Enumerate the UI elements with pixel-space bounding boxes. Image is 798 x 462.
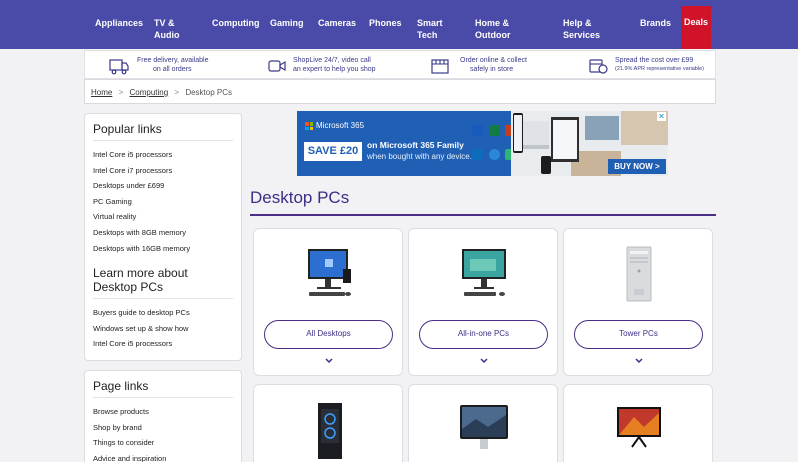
page-link[interactable]: Shop by brand: [93, 420, 233, 436]
delivery-truck-icon: [109, 59, 129, 75]
usp-delivery-line1: Free delivery, available: [137, 57, 209, 64]
usp-collect-line1: Order online & collect: [460, 57, 527, 64]
breadcrumb-separator: >: [174, 88, 180, 97]
banner-brand: Microsoft 365: [316, 121, 365, 130]
popular-links-heading: Popular links: [93, 122, 233, 141]
banner-save-badge: SAVE £20: [304, 142, 362, 161]
breadcrumb-computing[interactable]: Computing: [129, 88, 168, 97]
page-link[interactable]: Browse products: [93, 404, 233, 420]
popular-link[interactable]: PC Gaming: [93, 194, 233, 210]
learn-more-link[interactable]: Windows set up & show how: [93, 321, 233, 337]
nav-deals[interactable]: Deals: [681, 6, 711, 49]
all-in-one-pc-image-icon: [462, 249, 506, 296]
usp-spread-line1: Spread the cost over £99: [615, 57, 694, 64]
page-links-heading: Page links: [93, 379, 233, 398]
tower-pc-image-icon: [626, 246, 652, 302]
desktop-monitor-image-icon: [308, 249, 351, 296]
title-divider: [250, 214, 716, 216]
page-links-card: Page links Browse products Shop by brand…: [84, 370, 242, 462]
popular-link[interactable]: Desktops with 16GB memory: [93, 241, 233, 257]
page-link[interactable]: Advice and inspiration: [93, 451, 233, 462]
calendar-pound-icon: [589, 59, 608, 74]
category-card-monitor[interactable]: [563, 384, 713, 462]
page-title: Desktop PCs: [250, 188, 350, 207]
usp-collect-line2: safely in store: [470, 66, 514, 73]
gaming-tower-image-icon: [318, 403, 342, 459]
nav-brands[interactable]: Brands: [640, 17, 671, 29]
banner-offer-panel: Microsoft 365 SAVE £20 on Microsoft 365 …: [297, 111, 516, 176]
breadcrumb-separator: >: [118, 88, 124, 97]
breadcrumb-current: Desktop PCs: [185, 88, 232, 97]
breadcrumb-home[interactable]: Home: [91, 88, 112, 97]
microsoft-365-banner[interactable]: Microsoft 365 SAVE £20 on Microsoft 365 …: [297, 111, 668, 176]
nav-home-outdoor[interactable]: Home & Outdoor: [475, 17, 521, 41]
microsoft-logo-icon: [305, 122, 313, 130]
usp-bar: Free delivery, available on all orders S…: [84, 50, 716, 79]
store-icon: [431, 59, 449, 74]
nav-appliances[interactable]: Appliances: [95, 17, 143, 29]
usp-shoplive-line1: ShopLive 24/7, video call: [293, 57, 371, 64]
chevron-down-icon[interactable]: [324, 357, 334, 365]
nav-gaming[interactable]: Gaming: [270, 17, 304, 29]
ad-close-icon[interactable]: ✕: [657, 112, 666, 121]
nav-help-services[interactable]: Help & Services: [563, 17, 605, 41]
all-desktops-button[interactable]: All Desktops: [264, 320, 393, 349]
nav-tv-audio[interactable]: TV & Audio: [154, 17, 184, 41]
word-icon: [472, 125, 483, 136]
excel-icon: [489, 125, 500, 136]
breadcrumb: Home > Computing > Desktop PCs: [84, 79, 716, 104]
usp-collect: Order online & collect safely in store: [460, 56, 527, 74]
banner-offer-sub: when bought with any device.: [367, 152, 472, 161]
video-call-icon: [268, 60, 286, 72]
popular-links-card: Popular links Intel Core i5 processors I…: [84, 113, 242, 361]
nav-cameras[interactable]: Cameras: [318, 17, 356, 29]
category-card-tower[interactable]: Tower PCs: [563, 228, 713, 376]
learn-more-heading: Learn more about Desktop PCs: [93, 266, 233, 300]
popular-link[interactable]: Intel Core i7 processors: [93, 163, 233, 179]
usp-delivery: Free delivery, available on all orders: [137, 56, 208, 74]
outlook-icon: [472, 149, 483, 160]
imac-image-icon: [460, 405, 508, 449]
category-card-all-desktops[interactable]: All Desktops: [253, 228, 403, 376]
tower-pcs-button[interactable]: Tower PCs: [574, 320, 703, 349]
popular-link[interactable]: Intel Core i5 processors: [93, 147, 233, 163]
chevron-down-icon[interactable]: [479, 357, 489, 365]
learn-more-link[interactable]: Buyers guide to desktop PCs: [93, 305, 233, 321]
nav-smart-tech[interactable]: Smart Tech: [417, 17, 449, 41]
onedrive-icon: [489, 149, 500, 160]
page-link[interactable]: Things to consider: [93, 435, 233, 451]
learn-more-link[interactable]: Intel Core i5 processors: [93, 336, 233, 352]
banner-buy-now-button[interactable]: BUY NOW >: [608, 159, 666, 174]
usp-spread-line2: (21.9% APR representative variable): [615, 66, 704, 72]
popular-link[interactable]: Desktops under £699: [93, 178, 233, 194]
popular-link[interactable]: Desktops with 8GB memory: [93, 225, 233, 241]
banner-offer: on Microsoft 365 Family: [367, 140, 464, 150]
all-in-one-pcs-button[interactable]: All-in-one PCs: [419, 320, 548, 349]
usp-shoplive: ShopLive 24/7, video call an expert to h…: [293, 56, 376, 74]
nav-phones[interactable]: Phones: [369, 17, 402, 29]
popular-link[interactable]: Virtual reality: [93, 209, 233, 225]
category-card-gaming[interactable]: [253, 384, 403, 462]
usp-shoplive-line2: an expert to help you shop: [293, 66, 376, 73]
nav-computing[interactable]: Computing: [212, 17, 260, 29]
monitor-image-icon: [617, 407, 661, 448]
usp-spread-cost: Spread the cost over £99 (21.9% APR repr…: [615, 56, 704, 74]
category-card-all-in-one[interactable]: All-in-one PCs: [408, 228, 558, 376]
top-navigation: Appliances TV & Audio Computing Gaming C…: [0, 0, 798, 49]
usp-delivery-line2: on all orders: [153, 66, 192, 73]
chevron-down-icon[interactable]: [634, 357, 644, 365]
category-card-imac[interactable]: [408, 384, 558, 462]
